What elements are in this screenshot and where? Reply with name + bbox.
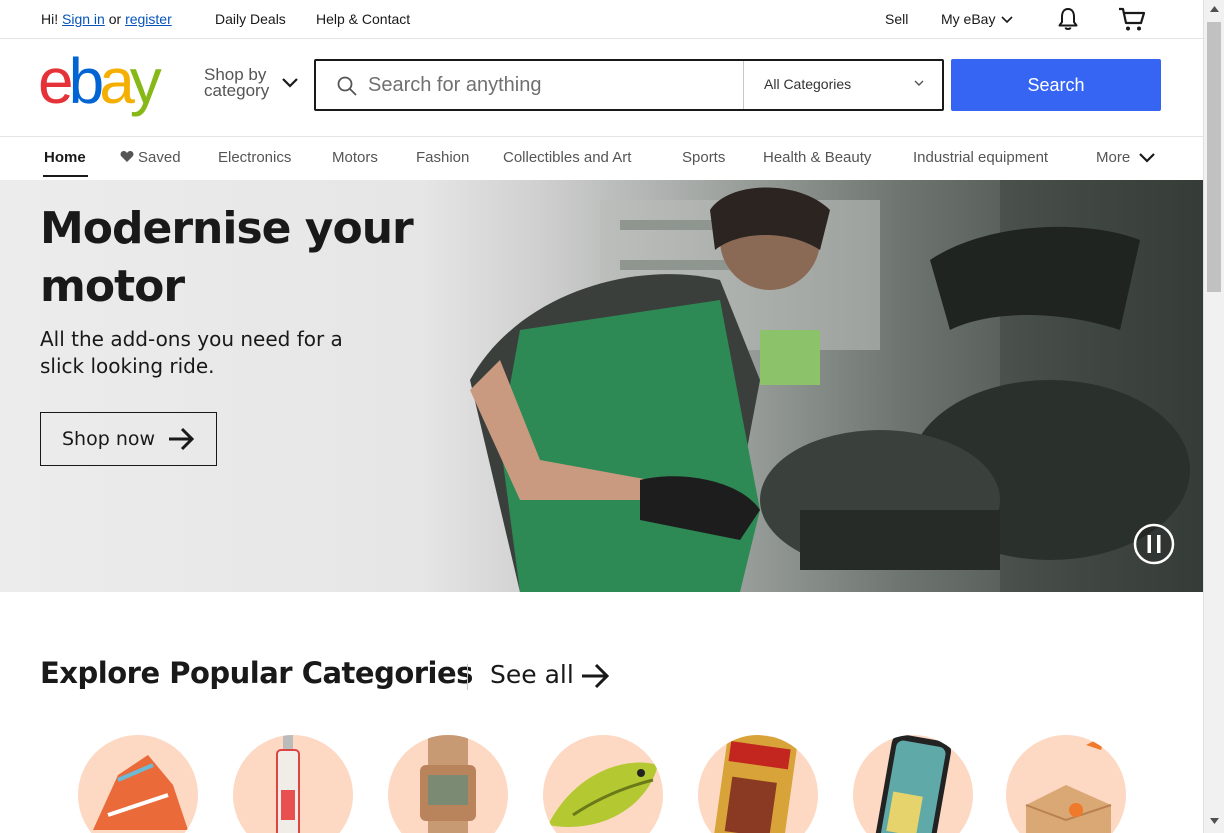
daily-deals-link[interactable]: Daily Deals [215, 11, 286, 27]
hero-title: Modernise your motor [40, 203, 414, 312]
ebay-logo[interactable]: ebay [38, 49, 162, 113]
chevron-down-icon [1001, 16, 1013, 24]
main-header: ebay Shop by category All Categories Sea… [0, 39, 1203, 137]
hero-banner: Modernise your motor All the add-ons you… [0, 180, 1203, 592]
search-button[interactable]: Search [951, 59, 1161, 111]
chevron-down-icon[interactable] [281, 77, 299, 89]
category-watches[interactable] [388, 735, 508, 833]
divider [467, 664, 468, 690]
watch-icon [420, 735, 476, 833]
logo-letter-e: e [38, 45, 74, 117]
hero-subtitle: All the add-ons you need for a slick loo… [40, 327, 343, 378]
nav-item-sports[interactable]: Sports [682, 149, 725, 166]
nav-item-saved-label: Saved [138, 149, 181, 166]
pause-icon[interactable] [1133, 523, 1175, 565]
scroll-down-icon[interactable] [1210, 818, 1219, 824]
category-fishing[interactable] [543, 735, 663, 833]
shop-now-label: Shop now [62, 428, 156, 450]
greeting: Hi! Sign in or register [41, 11, 172, 27]
top-utility-bar: Hi! Sign in or register Daily Deals Help… [0, 0, 1203, 39]
my-ebay-label: My eBay [941, 11, 996, 27]
nav-item-electronics[interactable]: Electronics [218, 149, 291, 166]
arrow-right-icon[interactable] [580, 662, 610, 690]
shop-now-button[interactable]: Shop now [40, 412, 217, 466]
logo-letter-a: a [99, 45, 135, 117]
or-text: or [108, 11, 122, 27]
scrollbar-thumb[interactable] [1207, 22, 1221, 292]
package-icon [1025, 735, 1112, 833]
shop-by-line2: category [204, 81, 270, 100]
nav-item-health-beauty[interactable]: Health & Beauty [763, 149, 871, 166]
greeting-prefix: Hi! [41, 11, 59, 27]
chevron-down-icon [914, 80, 924, 86]
comic-book-icon [711, 735, 799, 833]
scroll-up-icon[interactable] [1210, 6, 1219, 12]
search-input[interactable] [368, 71, 738, 99]
nav-item-collectibles[interactable]: Collectibles and Art [503, 149, 631, 166]
category-select[interactable]: All Categories [743, 61, 943, 109]
category-nav: Home Saved Electronics Motors Fashion Co… [0, 137, 1203, 180]
category-beauty[interactable] [233, 735, 353, 833]
register-link[interactable]: register [125, 11, 172, 27]
cart-icon[interactable] [1117, 4, 1147, 34]
category-select-label: All Categories [764, 76, 852, 92]
category-phones[interactable] [853, 735, 973, 833]
smartphone-icon [874, 735, 952, 833]
nav-item-fashion[interactable]: Fashion [416, 149, 469, 166]
arrow-right-icon [169, 427, 195, 451]
category-sneakers[interactable] [78, 735, 198, 833]
category-comics[interactable] [698, 735, 818, 833]
sell-link[interactable]: Sell [885, 11, 908, 27]
fishing-lure-icon [548, 762, 658, 827]
nav-item-industrial[interactable]: Industrial equipment [913, 149, 1048, 166]
active-tab-underline [43, 175, 88, 177]
nav-item-motors[interactable]: Motors [332, 149, 378, 166]
sign-in-link[interactable]: Sign in [62, 11, 105, 27]
heart-icon [120, 151, 134, 162]
search-icon [337, 76, 357, 96]
category-shipping[interactable] [1006, 735, 1126, 833]
help-contact-link[interactable]: Help & Contact [316, 11, 410, 27]
my-ebay-link[interactable]: My eBay [941, 11, 1013, 27]
see-all-link[interactable]: See all [490, 660, 574, 689]
shop-by-category-button[interactable]: Shop by category [204, 66, 270, 100]
explore-title: Explore Popular Categories [40, 656, 473, 690]
nav-item-saved[interactable]: Saved [120, 149, 181, 166]
search-bar: All Categories [314, 59, 944, 111]
sneaker-icon [93, 755, 188, 830]
nav-item-home[interactable]: Home [44, 149, 86, 166]
chevron-down-icon [1139, 153, 1156, 163]
nav-item-more-label: More [1096, 149, 1131, 166]
nav-item-more[interactable]: More [1096, 149, 1156, 166]
page-scrollbar[interactable] [1203, 0, 1224, 833]
serum-bottle-icon [276, 735, 300, 833]
logo-letter-y: y [129, 45, 162, 117]
logo-letter-b: b [68, 45, 105, 117]
bell-icon[interactable] [1055, 6, 1081, 32]
